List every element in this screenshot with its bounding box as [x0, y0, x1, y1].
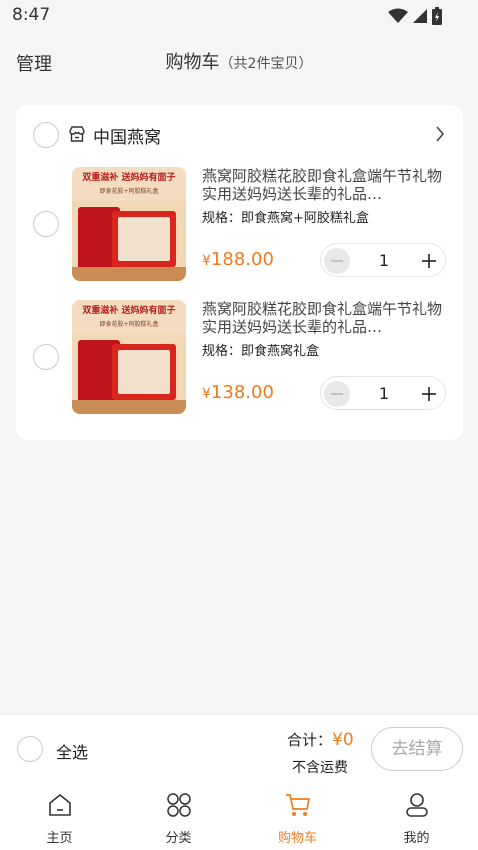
- product-image-headline: 双重滋补 送妈妈有面子: [82, 306, 176, 316]
- plus-icon: [422, 254, 436, 268]
- status-bar: 8:47: [0, 0, 478, 32]
- increase-button[interactable]: [416, 381, 442, 407]
- total-price: 合计：¥0: [287, 729, 354, 750]
- quantity-value[interactable]: 1: [361, 251, 407, 270]
- increase-button[interactable]: [416, 248, 442, 274]
- status-time: 8:47: [12, 5, 51, 25]
- category-icon: [167, 793, 191, 817]
- status-icons: [388, 7, 442, 25]
- product-image[interactable]: 双重滋补 送妈妈有面子 即食花胶+阿胶糕礼盒: [72, 167, 186, 281]
- tab-label: 购物车: [277, 831, 317, 846]
- quantity-stepper: 1: [320, 376, 446, 410]
- decrease-button[interactable]: [324, 248, 350, 274]
- shipping-note: 不含运费: [292, 760, 348, 776]
- minus-icon: [331, 393, 343, 395]
- product-image-headline: 双重滋补 送妈妈有面子: [82, 173, 176, 183]
- item-count-text: （共2件宝贝）: [219, 56, 313, 72]
- home-icon: [49, 794, 71, 816]
- battery-icon: [432, 7, 442, 25]
- checkout-button[interactable]: 去结算: [371, 727, 463, 771]
- tab-category[interactable]: 分类: [119, 784, 238, 850]
- cart-icon: [286, 794, 310, 816]
- tab-cart[interactable]: 购物车: [238, 784, 357, 850]
- quantity-stepper: 1: [320, 243, 446, 277]
- shop-header[interactable]: 中国燕窝: [16, 105, 463, 165]
- wifi-icon: [388, 8, 408, 23]
- product-spec[interactable]: 规格：即食燕窝礼盒: [202, 340, 319, 359]
- currency-symbol: ¥: [202, 253, 211, 269]
- item-select-radio[interactable]: [33, 344, 59, 370]
- product-image[interactable]: 双重滋补 送妈妈有面子 即食花胶+阿胶糕礼盒: [72, 300, 186, 414]
- price-value: 138.00: [210, 382, 274, 403]
- chevron-right-icon[interactable]: [435, 125, 445, 143]
- page-title: 购物车（共2件宝贝）: [0, 48, 478, 74]
- profile-icon: [406, 793, 428, 817]
- product-title[interactable]: 燕窝阿胶糕花胶即食礼盒端午节礼物实用送妈妈送长辈的礼品…: [202, 300, 447, 336]
- product-image-subline: 即食花胶+阿胶糕礼盒: [99, 321, 159, 328]
- tab-profile[interactable]: 我的: [357, 784, 476, 850]
- checkout-bar: 全选 合计：¥0 不含运费 去结算: [0, 714, 478, 784]
- quantity-value[interactable]: 1: [361, 384, 407, 403]
- cart-item: 双重滋补 送妈妈有面子 即食花胶+阿胶糕礼盒 燕窝阿胶糕花胶即食礼盒端午节礼物实…: [16, 300, 463, 420]
- tab-label: 我的: [403, 831, 430, 846]
- signal-icon: [413, 9, 427, 23]
- price-value: 188.00: [210, 249, 274, 270]
- decrease-button[interactable]: [324, 381, 350, 407]
- page-title-text: 购物车: [165, 52, 220, 73]
- tab-home[interactable]: 主页: [0, 784, 119, 850]
- bottom-tab-bar: 主页 分类 购物车 我的: [0, 784, 478, 850]
- product-price: ¥188.00: [202, 249, 274, 270]
- cart-item: 双重滋补 送妈妈有面子 即食花胶+阿胶糕礼盒 燕窝阿胶糕花胶即食礼盒端午节礼物实…: [16, 167, 463, 287]
- plus-icon: [422, 387, 436, 401]
- total-value: ¥0: [332, 730, 354, 750]
- product-image-subline: 即食花胶+阿胶糕礼盒: [99, 188, 159, 195]
- tab-label: 主页: [46, 831, 73, 846]
- minus-icon: [331, 260, 343, 262]
- shop-name[interactable]: 中国燕窝: [93, 123, 161, 148]
- select-all-label[interactable]: 全选: [56, 739, 88, 763]
- item-select-radio[interactable]: [33, 211, 59, 237]
- tab-label: 分类: [165, 831, 192, 846]
- product-title[interactable]: 燕窝阿胶糕花胶即食礼盒端午节礼物实用送妈妈送长辈的礼品…: [202, 167, 447, 203]
- store-icon: [69, 126, 85, 142]
- shop-card: 中国燕窝 双重滋补 送妈妈有面子 即食花胶+阿胶糕礼盒 燕窝阿胶糕花胶即食礼盒端…: [16, 105, 463, 440]
- shop-select-radio[interactable]: [33, 122, 59, 148]
- total-label: 合计：: [287, 731, 333, 749]
- select-all-radio[interactable]: [17, 736, 43, 762]
- page-header: 管理 购物车（共2件宝贝）: [0, 40, 478, 84]
- product-spec[interactable]: 规格：即食燕窝+阿胶糕礼盒: [202, 207, 369, 226]
- product-price: ¥138.00: [202, 382, 274, 403]
- currency-symbol: ¥: [202, 386, 211, 402]
